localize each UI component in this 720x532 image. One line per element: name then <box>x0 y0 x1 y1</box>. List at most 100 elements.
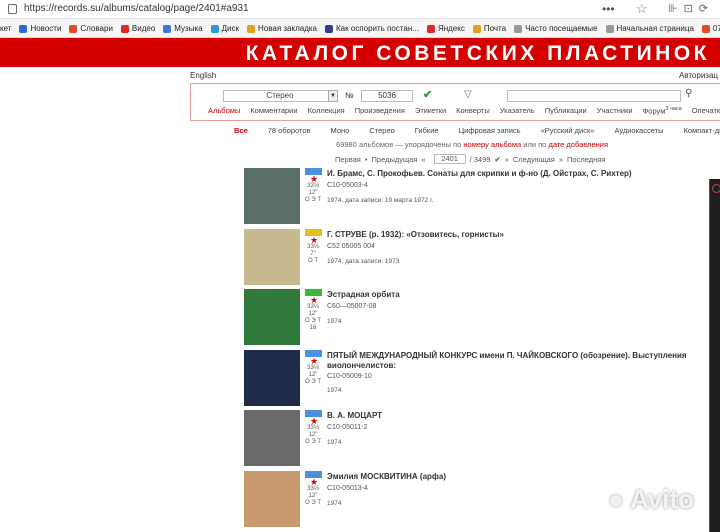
media-type-filter: Все 78 оборотов Моно Стерео Гибкие Цифровая з… <box>234 126 720 135</box>
search-icon[interactable]: ⚲ <box>685 88 692 99</box>
bookmark-label: Яндекс <box>437 24 465 33</box>
page-total: / 3499 <box>469 154 491 164</box>
media-type-link[interactable]: Компакт-диски <box>683 126 720 135</box>
bookmark-item[interactable]: Яндекс <box>426 24 465 33</box>
bookmark-item[interactable]: Часто посещаемые <box>514 24 598 33</box>
record-title[interactable]: В. А. МОЦАРТ <box>327 411 687 421</box>
media-type-link[interactable]: «Русский диск» <box>541 126 595 135</box>
bookmark-item[interactable]: Начальная страница <box>605 24 694 33</box>
bookmark-favicon-icon <box>246 24 255 33</box>
sort-by-number-link[interactable]: номеру альбома <box>463 140 521 149</box>
nav-item[interactable]: Участники <box>597 106 633 116</box>
language-link[interactable]: English <box>190 71 216 80</box>
chevron-down-icon[interactable]: ▼ <box>328 90 338 102</box>
nav-item-label: Конверты <box>456 106 490 115</box>
record-format: 33⅓ 12" О Э Т <box>303 486 323 507</box>
nav-item[interactable]: Конверты <box>456 106 490 116</box>
record-format: 33⅓ 12" О Э Т 16 <box>303 304 323 332</box>
nav-item-label: Коллекция <box>307 106 345 115</box>
bookmark-item[interactable]: Как оспорить постан... <box>325 24 419 33</box>
bookmark-item[interactable]: Видео <box>120 24 155 33</box>
number-input[interactable]: 5036 <box>361 90 413 102</box>
sound-select[interactable]: Стерео <box>223 90 337 102</box>
url-text[interactable]: https://records.su/albums/catalog/page/2… <box>24 3 249 14</box>
nav-item[interactable]: Коллекция <box>308 106 345 116</box>
next-page-link[interactable]: Следующая <box>513 155 555 164</box>
format-line: О Т <box>308 257 318 264</box>
record-title[interactable]: ПЯТЫЙ МЕЖДУНАРОДНЫЙ КОНКУРС имени П. ЧАЙ… <box>327 351 687 371</box>
media-type-link[interactable]: Гибкие <box>415 126 439 135</box>
bookmark-favicon-icon <box>472 24 481 33</box>
nav-item[interactable]: Опечатки <box>692 106 720 116</box>
filter-funnel-icon[interactable]: ▽ <box>464 89 472 100</box>
record-title[interactable]: И. Брамс, С. Прокофьев. Сонаты для скрип… <box>327 169 687 179</box>
go-check-icon[interactable]: ✔ <box>423 88 432 101</box>
media-type-link[interactable]: Аудиокассеты <box>614 126 663 135</box>
nav-item-label: Указатель <box>499 106 535 115</box>
bookmark-item[interactable]: 07:40 <box>701 24 720 33</box>
address-bar[interactable]: https://records.su/albums/catalog/page/2… <box>0 0 720 19</box>
section-nav: Альбомы Комментарии Коллекция Произведения Э… <box>208 106 720 116</box>
media-type-link[interactable]: Все <box>234 126 248 135</box>
sort-by-date-link[interactable]: дате добавления <box>548 140 608 149</box>
record-title[interactable]: Эмилия МОСКВИТИНА (арфа) <box>327 472 687 482</box>
album-cover[interactable] <box>244 168 300 224</box>
bookmark-item[interactable]: Новости <box>19 24 61 33</box>
bookmark-item[interactable]: Словари <box>69 24 113 33</box>
format-line: 12" <box>308 190 318 196</box>
nav-item[interactable]: Произведения <box>355 106 405 116</box>
bookmark-item[interactable]: кет <box>0 24 11 33</box>
format-line: 33⅓ <box>307 183 319 189</box>
record-date: 1974 <box>327 499 342 507</box>
nav-item[interactable]: Указатель <box>500 106 535 116</box>
format-line: О Э Т <box>305 378 321 385</box>
bookmark-favicon-icon <box>69 24 78 33</box>
side-panel-edge <box>709 179 720 532</box>
filter-panel: Стерео ▼ № 5036 ✔ ▽ ⚲ Альбомы Комментарии… <box>190 83 720 121</box>
record-format: 33⅓ 12" О Э Т <box>303 365 323 386</box>
bookmark-item[interactable]: Музыка <box>163 24 203 33</box>
record-title[interactable]: Г. СТРУВЕ (р. 1932): «Отзовитесь, горнис… <box>327 230 687 240</box>
record-date: 1974 <box>327 386 342 394</box>
bookmark-item[interactable]: Новая закладка <box>246 24 317 33</box>
page-actions-icon[interactable]: ••• <box>602 2 615 16</box>
nav-item[interactable]: Этикетки <box>415 106 446 116</box>
album-cover[interactable] <box>244 410 300 466</box>
album-cover[interactable] <box>244 289 300 345</box>
album-cover[interactable] <box>244 349 300 406</box>
page-input[interactable]: 2401 <box>433 154 466 164</box>
site-title[interactable]: КАТАЛОГ СОВЕТСКИХ ПЛАСТИНОК <box>246 42 710 66</box>
nav-item[interactable]: Альбомы <box>208 106 240 116</box>
format-line: 7" <box>310 250 316 257</box>
record-title[interactable]: Эстрадная орбита <box>327 290 687 300</box>
album-cover[interactable] <box>244 228 300 285</box>
toolbar-icons[interactable]: ⊪⊡⟳ <box>668 2 714 15</box>
format-line: 12" <box>308 432 318 438</box>
browser-chrome: https://records.su/albums/catalog/page/2… <box>0 0 720 38</box>
lock-icon <box>8 4 17 14</box>
media-type-link[interactable]: Стерео <box>369 126 394 135</box>
bookmark-favicon-icon <box>605 24 614 33</box>
media-type-link[interactable]: 78 оборотов <box>268 126 311 135</box>
search-input[interactable] <box>507 90 681 102</box>
nav-item[interactable]: Форум3 часа <box>643 106 682 116</box>
nav-item-label: Альбомы <box>208 106 241 115</box>
last-page-link[interactable]: Последняя <box>567 155 605 164</box>
bookmark-item[interactable]: Почта <box>472 24 506 33</box>
media-type-link[interactable]: Цифровая запись <box>459 126 521 135</box>
go-check-icon[interactable]: ✔ <box>494 155 500 164</box>
album-cover[interactable] <box>244 470 300 527</box>
media-type-link[interactable]: Моно <box>331 126 350 135</box>
record-row: ★ 33⅓ 7" О Т Г. СТРУВЕ (р. 1932): «Отзовитес… <box>0 228 720 289</box>
nav-item-label: Этикетки <box>414 106 447 115</box>
format-line: О Э Т <box>305 318 321 324</box>
bookmark-star-icon[interactable]: ☆ <box>636 1 648 17</box>
login-link[interactable]: Авторизац <box>679 71 718 80</box>
record-code: С10-05011-2 <box>327 424 368 431</box>
bookmark-item[interactable]: Диск <box>210 24 239 33</box>
nav-item[interactable]: Публикации <box>545 106 587 116</box>
nav-item[interactable]: Комментарии <box>250 106 297 116</box>
first-page-link[interactable]: Первая <box>335 155 361 164</box>
prev-page-link[interactable]: Предыдущая <box>372 155 418 164</box>
record-date: 1974, дата записи: 1973 <box>327 257 400 265</box>
